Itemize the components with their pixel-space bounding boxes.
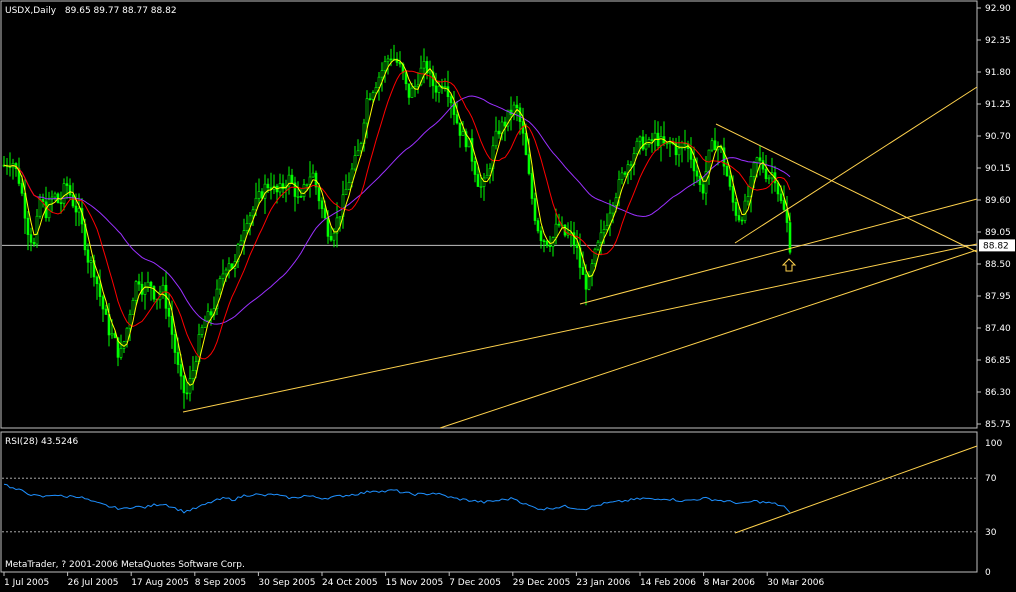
metatrader-chart[interactable]: USDX,Daily 89.65 89.77 88.77 88.82 RSI(2… — [0, 0, 1016, 588]
copyright-text: MetaTrader, ? 2001-2006 MetaQuotes Softw… — [5, 560, 245, 570]
price-tick-label: 85.75 — [985, 420, 1011, 430]
price-tick-label: 90.70 — [985, 132, 1011, 142]
chart-header: USDX,Daily 89.65 89.77 88.77 88.82 — [5, 6, 177, 16]
time-tick-label: 30 Sep 2005 — [258, 578, 315, 588]
price-tick-label: 87.40 — [985, 324, 1011, 334]
current-price-label: 88.82 — [983, 241, 1009, 251]
price-tick-label: 90.15 — [985, 164, 1011, 174]
price-tick-label: 88.50 — [985, 260, 1011, 270]
price-tick-label: 86.30 — [985, 388, 1011, 398]
rsi-tick-label: 70 — [985, 474, 997, 484]
time-tick-label: 29 Dec 2005 — [513, 578, 571, 588]
price-tick-label: 92.35 — [985, 36, 1011, 46]
chart-canvas[interactable]: USDX,Daily 89.65 89.77 88.77 88.82 RSI(2… — [0, 0, 1016, 588]
price-tick-label: 89.60 — [985, 196, 1011, 206]
rsi-tick-label: 30 — [985, 528, 997, 538]
candle — [131, 297, 135, 315]
time-tick-label: 8 Mar 2006 — [704, 578, 756, 588]
time-tick-label: 8 Sep 2005 — [195, 578, 246, 588]
ohlc-values: 89.65 89.77 88.77 88.82 — [65, 6, 177, 16]
price-tick-label: 91.80 — [985, 68, 1011, 78]
price-tick-label: 86.85 — [985, 356, 1011, 366]
time-tick-label: 1 Jul 2005 — [4, 578, 49, 588]
time-tick-label: 30 Mar 2006 — [767, 578, 824, 588]
price-tick-label: 91.25 — [985, 100, 1011, 110]
time-tick-label: 24 Oct 2005 — [322, 578, 378, 588]
rsi-tick-label: 0 — [985, 568, 991, 578]
time-tick-label: 26 Jul 2005 — [68, 578, 119, 588]
price-tick-label: 89.05 — [985, 228, 1011, 238]
symbol-label: USDX,Daily — [5, 6, 57, 16]
time-tick-label: 7 Dec 2005 — [449, 578, 501, 588]
time-tick-label: 15 Nov 2005 — [386, 578, 444, 588]
rsi-label: RSI(28) 43.5246 — [5, 437, 78, 447]
time-tick-label: 23 Jan 2006 — [576, 578, 630, 588]
time-tick-label: 17 Aug 2005 — [131, 578, 189, 588]
time-tick-label: 14 Feb 2006 — [640, 578, 696, 588]
rsi-tick-label: 100 — [985, 439, 1002, 449]
price-tick-label: 87.95 — [985, 292, 1011, 302]
price-tick-label: 92.90 — [985, 4, 1011, 14]
